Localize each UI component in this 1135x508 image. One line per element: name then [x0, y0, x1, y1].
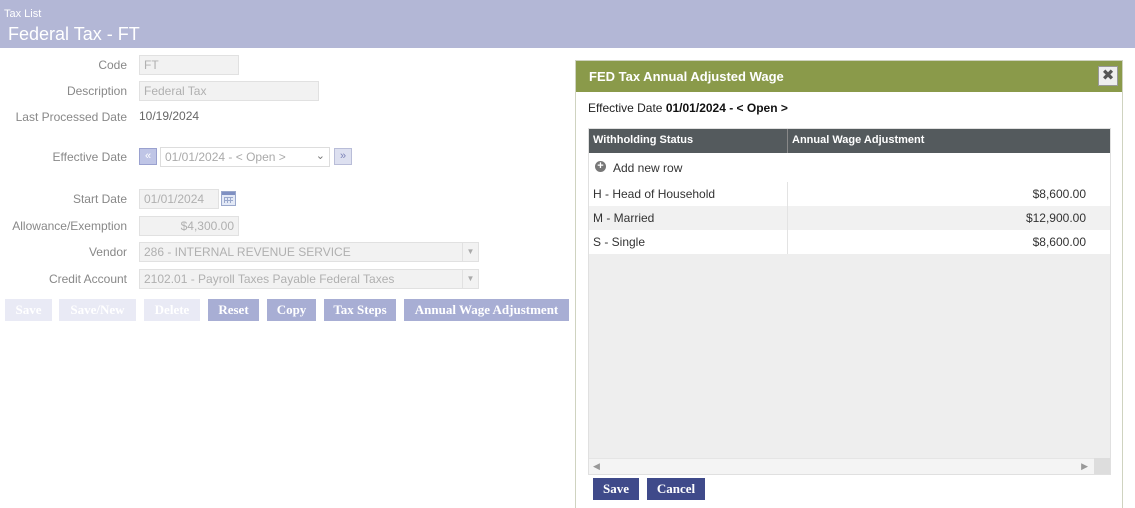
chevron-down-icon: ⌄	[315, 150, 325, 162]
tax-steps-button[interactable]: Tax Steps	[324, 299, 396, 321]
dialog-effective-value: 01/01/2024 - < Open >	[665, 101, 788, 115]
description-field[interactable]: Federal Tax	[139, 81, 319, 101]
description-row: Description Federal Tax	[0, 81, 575, 101]
breadcrumb[interactable]: Tax List	[4, 8, 41, 20]
withholding-status-cell[interactable]: S - Single	[589, 230, 788, 254]
close-icon[interactable]: ✖	[1098, 66, 1118, 86]
annual-wage-adjustment-button[interactable]: Annual Wage Adjustment	[404, 299, 569, 321]
dialog-cancel-button[interactable]: Cancel	[647, 478, 705, 500]
page-title: Federal Tax - FT	[8, 24, 140, 44]
column-header-withholding-status[interactable]: Withholding Status	[589, 129, 788, 153]
dialog-effective-label: Effective Date	[588, 101, 663, 115]
table-row[interactable]: M - Married $12,900.00	[589, 206, 1110, 230]
vendor-row: Vendor 286 - INTERNAL REVENUE SERVICE ▼	[0, 242, 575, 262]
annual-wage-cell[interactable]: $12,900.00	[788, 206, 1090, 230]
withholding-status-cell[interactable]: H - Head of Household	[589, 182, 788, 206]
table-row[interactable]: H - Head of Household $8,600.00	[589, 182, 1110, 206]
dialog-title: FED Tax Annual Adjusted Wage	[589, 69, 784, 84]
credit-account-row: Credit Account 2102.01 - Payroll Taxes P…	[0, 269, 575, 289]
delete-button[interactable]: Delete	[144, 299, 200, 321]
add-new-row-label: Add new row	[613, 161, 683, 175]
last-processed-value: 10/19/2024	[139, 109, 200, 123]
horizontal-scrollbar[interactable]: ◀ ▶	[589, 458, 1094, 474]
description-label: Description	[66, 84, 127, 98]
start-date-label: Start Date	[72, 192, 127, 206]
code-label: Code	[98, 58, 127, 72]
dialog-save-button[interactable]: Save	[593, 478, 639, 500]
last-processed-row: Last Processed Date 10/19/2024	[0, 107, 575, 127]
calendar-icon[interactable]	[221, 191, 236, 206]
vendor-select[interactable]: 286 - INTERNAL REVENUE SERVICE ▼	[139, 242, 479, 262]
save-new-button[interactable]: Save/New	[59, 299, 136, 321]
dialog-header: FED Tax Annual Adjusted Wage ✖	[576, 61, 1122, 92]
column-header-annual-wage-adjustment[interactable]: Annual Wage Adjustment	[788, 129, 1110, 153]
last-processed-label: Last Processed Date	[15, 110, 127, 124]
grid-header: Withholding Status Annual Wage Adjustmen…	[589, 129, 1110, 153]
scroll-right-icon[interactable]: ▶	[1081, 461, 1088, 472]
chevron-right-double-icon: »	[339, 150, 347, 162]
withholding-status-cell[interactable]: M - Married	[589, 206, 788, 230]
copy-button[interactable]: Copy	[267, 299, 316, 321]
next-date-button[interactable]: »	[334, 148, 352, 165]
wage-grid: Withholding Status Annual Wage Adjustmen…	[588, 128, 1111, 475]
annual-wage-cell[interactable]: $8,600.00	[788, 230, 1090, 254]
start-date-field[interactable]: 01/01/2024	[139, 189, 219, 209]
credit-account-select[interactable]: 2102.01 - Payroll Taxes Payable Federal …	[139, 269, 479, 289]
credit-account-label: Credit Account	[48, 272, 127, 286]
annual-adjusted-wage-dialog: FED Tax Annual Adjusted Wage ✖ Effective…	[575, 60, 1123, 508]
chevron-left-double-icon: «	[144, 150, 152, 162]
prev-date-button[interactable]: «	[139, 148, 157, 165]
reset-button[interactable]: Reset	[208, 299, 259, 321]
page-header: Tax List Federal Tax - FT	[0, 0, 1135, 48]
save-button[interactable]: Save	[5, 299, 52, 321]
vendor-value: 286 - INTERNAL REVENUE SERVICE	[144, 245, 351, 259]
effective-date-label: Effective Date	[52, 150, 127, 164]
start-date-row: Start Date 01/01/2024	[0, 189, 575, 209]
credit-account-value: 2102.01 - Payroll Taxes Payable Federal …	[144, 272, 395, 286]
tax-form: Code FT Description Federal Tax Last Pro…	[0, 48, 575, 508]
allowance-field[interactable]: $4,300.00	[139, 216, 239, 236]
table-row[interactable]: S - Single $8,600.00	[589, 230, 1110, 254]
plus-circle-icon: +	[595, 161, 606, 172]
effective-date-select-value: 01/01/2024 - < Open >	[165, 150, 286, 164]
scroll-left-icon[interactable]: ◀	[593, 461, 600, 472]
scrollbar-corner	[1094, 458, 1110, 474]
add-new-row-button[interactable]: + Add new row	[589, 153, 1110, 182]
annual-wage-cell[interactable]: $8,600.00	[788, 182, 1090, 206]
code-row: Code FT	[0, 55, 575, 75]
vendor-label: Vendor	[88, 245, 127, 259]
dropdown-arrow-icon[interactable]: ▼	[462, 243, 478, 261]
allowance-label: Allowance/Exemption	[12, 219, 127, 233]
allowance-row: Allowance/Exemption $4,300.00	[0, 216, 575, 236]
effective-date-select[interactable]: 01/01/2024 - < Open > ⌄	[160, 147, 330, 167]
code-field[interactable]: FT	[139, 55, 239, 75]
dropdown-arrow-icon[interactable]: ▼	[462, 270, 478, 288]
dialog-effective-date: Effective Date 01/01/2024 - < Open >	[588, 101, 788, 115]
effective-date-row: Effective Date « 01/01/2024 - < Open > ⌄…	[0, 147, 575, 167]
